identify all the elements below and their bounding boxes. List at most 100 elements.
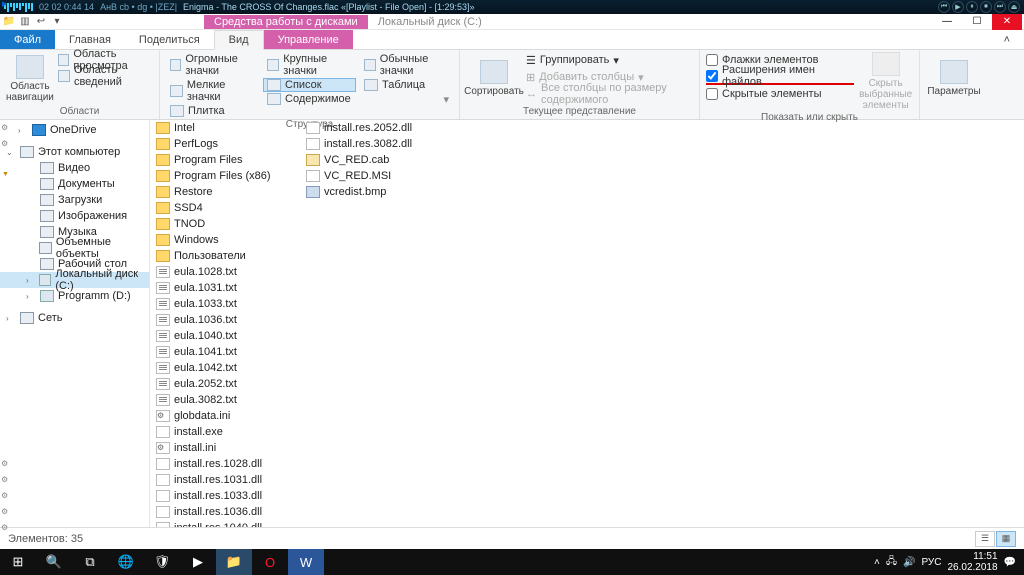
nav-onedrive[interactable]: ›OneDrive: [0, 122, 149, 138]
minimize-button[interactable]: —: [932, 14, 962, 30]
tray-lang[interactable]: РУС: [921, 557, 941, 568]
media-player-bar[interactable]: 02 02 0:44 14 AнB cb • dg • |ZEZ| Enigma…: [0, 0, 1024, 14]
nav-item[interactable]: Видео: [0, 160, 149, 176]
file-item[interactable]: Restore: [154, 184, 304, 200]
details-pane-button[interactable]: Область сведений: [58, 68, 153, 84]
layout-tiles[interactable]: Плитка: [166, 104, 259, 118]
file-item[interactable]: install.res.3082.dll: [304, 136, 454, 152]
nav-network[interactable]: ›Сеть: [0, 310, 149, 326]
file-item[interactable]: install.ini: [154, 440, 304, 456]
prev-icon[interactable]: ⏮: [938, 1, 950, 13]
ribbon-collapse-icon[interactable]: ˄: [990, 30, 1024, 49]
file-item[interactable]: globdata.ini: [154, 408, 304, 424]
file-item[interactable]: install.res.1040.dll: [154, 520, 304, 527]
play-icon[interactable]: ▶: [952, 1, 964, 13]
stop-icon[interactable]: ⏹: [980, 1, 992, 13]
taskbar-app-2[interactable]: 🛡: [144, 549, 180, 575]
tab-manage[interactable]: Управление: [264, 30, 353, 49]
qat-dropdown-icon[interactable]: ▾: [50, 15, 64, 29]
sort-button[interactable]: Сортировать: [466, 52, 522, 105]
taskbar[interactable]: ⊞ 🔍 ⧉ 🌐 🛡 ▶ 📁 O W ˄ 🖧 🔊 РУС 11:51 26.02.…: [0, 549, 1024, 575]
nav-item[interactable]: Документы: [0, 176, 149, 192]
file-item[interactable]: Windows: [154, 232, 304, 248]
qat-undo-icon[interactable]: ↩: [34, 15, 48, 29]
file-item[interactable]: VC_RED.MSI: [304, 168, 454, 184]
file-item[interactable]: install.res.1028.dll: [154, 456, 304, 472]
file-item[interactable]: Пользователи: [154, 248, 304, 264]
file-item[interactable]: install.res.1031.dll: [154, 472, 304, 488]
nav-item[interactable]: Загрузки: [0, 192, 149, 208]
file-item[interactable]: eula.1042.txt: [154, 360, 304, 376]
file-list[interactable]: IntelPerfLogsProgram FilesProgram Files …: [150, 120, 1024, 527]
tab-file[interactable]: Файл: [0, 30, 55, 49]
taskbar-app-1[interactable]: 🌐: [108, 549, 144, 575]
taskview-icon[interactable]: ⧉: [72, 549, 108, 575]
details-view-icon[interactable]: ☰: [975, 531, 995, 547]
system-tray[interactable]: ˄ 🖧 🔊 РУС 11:51 26.02.2018 💬: [874, 551, 1024, 573]
layout-table[interactable]: Таблица: [360, 78, 453, 92]
file-item[interactable]: install.res.1033.dll: [154, 488, 304, 504]
start-button[interactable]: ⊞: [0, 549, 36, 575]
checkbox-ext[interactable]: [706, 70, 718, 82]
taskbar-app-3[interactable]: ▶: [180, 549, 216, 575]
file-item[interactable]: install.res.2052.dll: [304, 120, 454, 136]
checkbox-hidden[interactable]: [706, 88, 718, 100]
file-item[interactable]: eula.3082.txt: [154, 392, 304, 408]
qat-props-icon[interactable]: ▥: [18, 15, 32, 29]
file-item[interactable]: eula.2052.txt: [154, 376, 304, 392]
layout-large[interactable]: Крупные значки: [263, 52, 356, 78]
file-item[interactable]: install.exe: [154, 424, 304, 440]
layout-list[interactable]: Список: [263, 78, 356, 92]
layout-content[interactable]: Содержимое: [263, 92, 356, 106]
layout-medium[interactable]: Обычные значки: [360, 52, 453, 78]
navigation-tree[interactable]: ›OneDrive ⌄Этот компьютер ВидеоДокументы…: [0, 120, 150, 527]
open-icon[interactable]: ⏏: [1008, 1, 1020, 13]
tray-notifications-icon[interactable]: 💬: [1004, 557, 1016, 568]
nav-item[interactable]: Изображения: [0, 208, 149, 224]
taskbar-explorer[interactable]: 📁: [216, 549, 252, 575]
file-item[interactable]: Program Files: [154, 152, 304, 168]
file-item[interactable]: eula.1040.txt: [154, 328, 304, 344]
file-item[interactable]: eula.1041.txt: [154, 344, 304, 360]
tab-view[interactable]: Вид: [214, 30, 264, 50]
groupby-button[interactable]: ☰Группировать ▾: [526, 52, 693, 68]
file-item[interactable]: eula.1036.txt: [154, 312, 304, 328]
taskbar-opera[interactable]: O: [252, 549, 288, 575]
navigation-pane-button[interactable]: Область навигации: [6, 52, 54, 105]
file-item[interactable]: vcredist.bmp: [304, 184, 454, 200]
tab-home[interactable]: Главная: [55, 30, 125, 49]
file-item[interactable]: SSD4: [154, 200, 304, 216]
options-button[interactable]: Параметры: [926, 52, 982, 105]
close-button[interactable]: ✕: [992, 14, 1022, 30]
pause-icon[interactable]: ⏸: [966, 1, 978, 13]
maximize-button[interactable]: ☐: [962, 14, 992, 30]
search-icon[interactable]: 🔍: [36, 549, 72, 575]
file-item[interactable]: PerfLogs: [154, 136, 304, 152]
file-extensions-toggle[interactable]: Расширения имен файлов: [706, 69, 854, 85]
nav-thispc[interactable]: ⌄Этот компьютер: [0, 144, 149, 160]
taskbar-word[interactable]: W: [288, 549, 324, 575]
layout-scroll[interactable]: ▾: [360, 92, 453, 107]
file-item[interactable]: install.res.1036.dll: [154, 504, 304, 520]
nav-item[interactable]: Объемные объекты: [0, 240, 149, 256]
layout-huge[interactable]: Огромные значки: [166, 52, 259, 78]
file-item[interactable]: VC_RED.cab: [304, 152, 454, 168]
nav-item[interactable]: ›Локальный диск (C:): [0, 272, 149, 288]
file-item[interactable]: eula.1031.txt: [154, 280, 304, 296]
file-item[interactable]: eula.1033.txt: [154, 296, 304, 312]
tray-clock[interactable]: 11:51 26.02.2018: [947, 551, 997, 573]
file-item[interactable]: Program Files (x86): [154, 168, 304, 184]
checkbox-flags[interactable]: [706, 54, 718, 66]
file-item[interactable]: TNOD: [154, 216, 304, 232]
tray-network-icon[interactable]: 🖧: [886, 554, 897, 571]
icons-view-icon[interactable]: ▦: [996, 531, 1016, 547]
hidden-items-toggle[interactable]: Скрытые элементы: [706, 86, 854, 102]
tray-up-icon[interactable]: ˄: [874, 557, 880, 568]
tray-volume-icon[interactable]: 🔊: [903, 557, 915, 568]
file-item[interactable]: Intel: [154, 120, 304, 136]
tab-share[interactable]: Поделиться: [125, 30, 214, 49]
next-icon[interactable]: ⏭: [994, 1, 1006, 13]
layout-small[interactable]: Мелкие значки: [166, 78, 259, 104]
nav-item[interactable]: ›Programm (D:): [0, 288, 149, 304]
file-item[interactable]: eula.1028.txt: [154, 264, 304, 280]
